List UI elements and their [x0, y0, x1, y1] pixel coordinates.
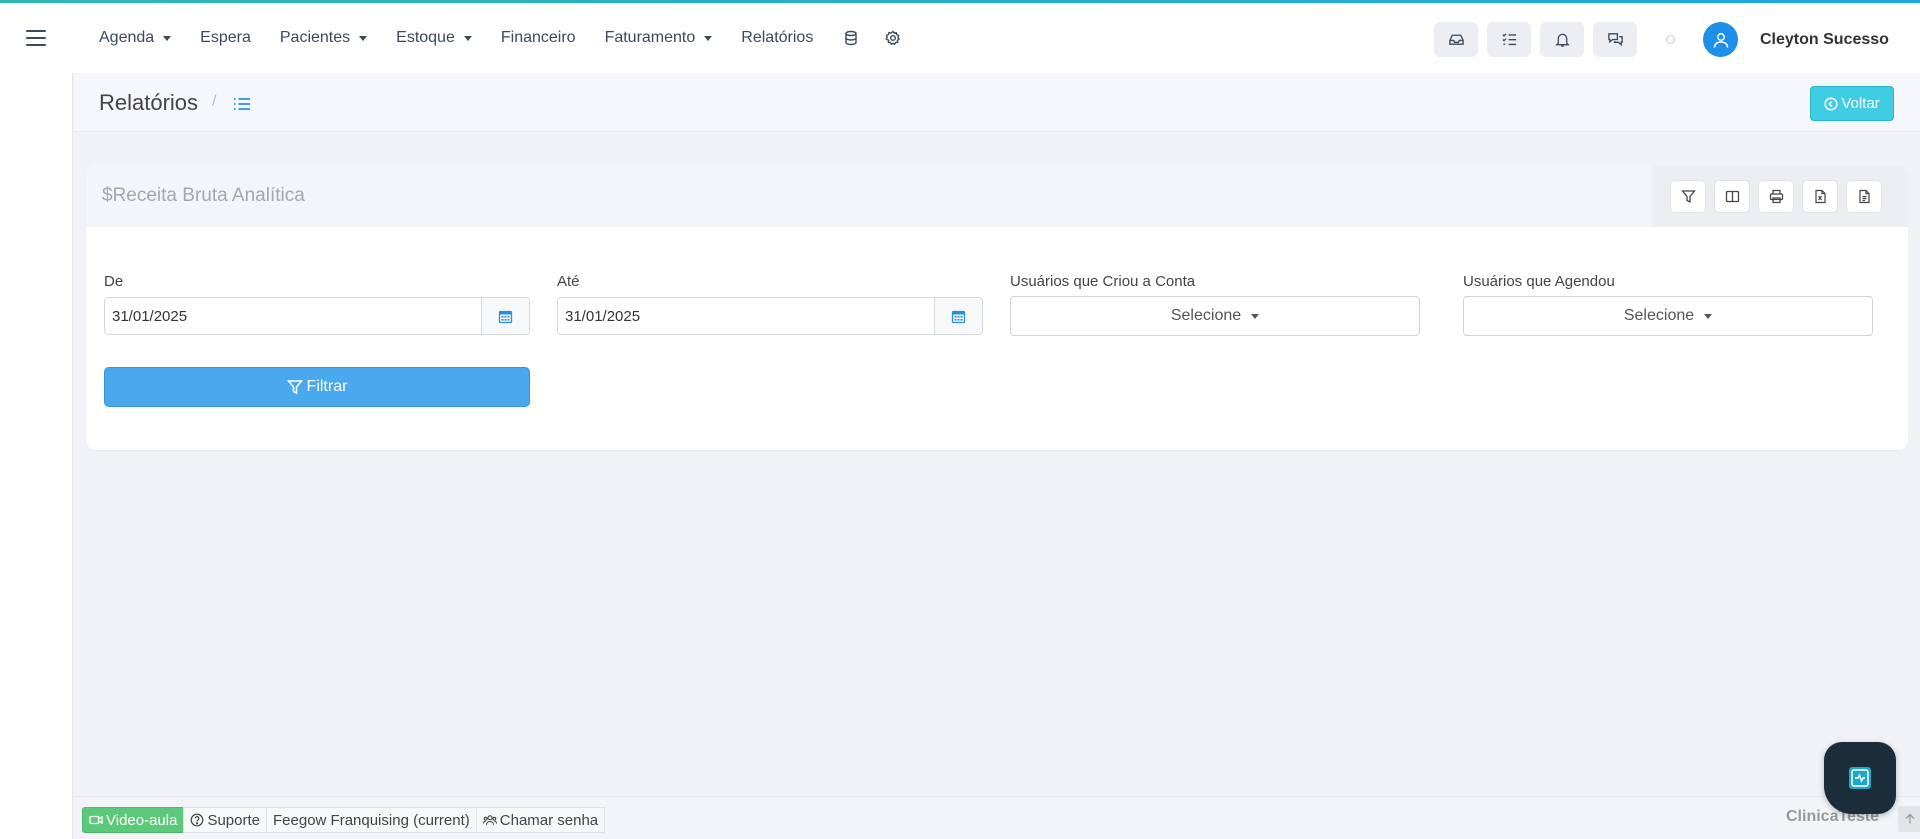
- columns-icon[interactable]: [1714, 179, 1750, 213]
- nav-estoque[interactable]: Estoque: [396, 29, 472, 47]
- created-by-select-value: Selecione: [1170, 307, 1242, 324]
- to-date-input[interactable]: [558, 298, 934, 334]
- to-date-group: [557, 297, 983, 335]
- database-icon[interactable]: [842, 29, 860, 47]
- chevron-down-icon: [1704, 313, 1713, 319]
- video-tutorial-link[interactable]: Video-aula: [82, 807, 185, 833]
- chevron-down-icon: [463, 35, 472, 41]
- arrow-up-icon: [1905, 813, 1915, 824]
- scroll-to-top-button[interactable]: [1898, 806, 1920, 832]
- list-icon[interactable]: [232, 95, 252, 113]
- chevron-down-icon: [359, 35, 368, 41]
- created-by-select[interactable]: Selecione: [1010, 296, 1420, 336]
- nav-espera[interactable]: Espera: [200, 29, 251, 47]
- nav-espera-label: Espera: [200, 29, 251, 46]
- filter-icon[interactable]: [1670, 179, 1706, 213]
- page-title: Relatórios: [99, 90, 199, 115]
- to-date-label: Até: [557, 273, 580, 290]
- nav-agenda[interactable]: Agenda: [99, 29, 172, 47]
- inbox-icon[interactable]: [1434, 22, 1478, 57]
- bell-icon[interactable]: [1540, 22, 1584, 57]
- nav-estoque-label: Estoque: [396, 29, 455, 46]
- support-label: Suporte: [207, 811, 260, 829]
- created-by-label: Usuários que Criou a Conta: [1010, 273, 1196, 290]
- back-button-label: Voltar: [1841, 95, 1880, 112]
- breadcrumb-separator: /: [212, 93, 217, 110]
- video-camera-icon: [89, 815, 103, 825]
- chat-bubbles-icon[interactable]: [1593, 22, 1637, 57]
- question-circle-icon: [191, 813, 204, 827]
- call-password-link[interactable]: Chamar senha: [475, 807, 606, 833]
- main-menu: Agenda Espera Pacientes Estoque Financei…: [99, 3, 926, 73]
- report-title: $Receita Bruta Analítica: [102, 185, 305, 206]
- circle-chevron-left-icon: [1824, 96, 1838, 111]
- nav-relatorios[interactable]: Relatórios: [741, 29, 813, 47]
- print-icon[interactable]: [1758, 179, 1794, 213]
- pdf-export-icon[interactable]: [1846, 179, 1882, 213]
- online-status-indicator: [1666, 35, 1675, 44]
- footer-bar: Video-aula Suporte Feegow Franquising (c…: [74, 796, 1920, 839]
- breadcrumb: Relatórios / Voltar: [74, 73, 1920, 132]
- nav-pacientes[interactable]: Pacientes: [279, 29, 368, 47]
- back-button[interactable]: Voltar: [1810, 86, 1894, 121]
- avatar[interactable]: [1703, 22, 1738, 57]
- gear-icon[interactable]: [884, 29, 902, 47]
- scheduled-by-select[interactable]: Selecione: [1463, 296, 1873, 336]
- menu-toggle-icon[interactable]: [26, 30, 46, 46]
- nav-faturamento[interactable]: Faturamento: [605, 29, 713, 47]
- nav-pacientes-label: Pacientes: [279, 29, 351, 46]
- calendar-icon[interactable]: [934, 298, 982, 334]
- nav-faturamento-label: Faturamento: [604, 29, 696, 46]
- franchise-link[interactable]: Feegow Franquising (current): [266, 807, 477, 833]
- scheduled-by-label: Usuários que Agendou: [1463, 273, 1615, 290]
- from-date-group: [104, 297, 530, 335]
- report-toolbar: [1652, 165, 1908, 227]
- user-name[interactable]: Cleyton Sucesso: [1760, 31, 1889, 49]
- nav-relatorios-label: Relatórios: [741, 29, 814, 46]
- chat-widget-button[interactable]: [1824, 742, 1896, 814]
- users-icon: [482, 815, 497, 825]
- filter-button[interactable]: Filtrar: [104, 367, 530, 407]
- report-panel: $Receita Bruta Analítica De Até: [86, 165, 1908, 450]
- support-link[interactable]: Suporte: [183, 807, 267, 833]
- filter-icon: [286, 380, 303, 395]
- nav-agenda-label: Agenda: [99, 29, 155, 46]
- report-panel-header: $Receita Bruta Analítica: [86, 165, 1908, 227]
- call-password-label: Chamar senha: [499, 811, 599, 829]
- top-navbar: Agenda Espera Pacientes Estoque Financei…: [0, 3, 1920, 73]
- filter-button-label: Filtrar: [306, 378, 348, 395]
- from-date-input[interactable]: [105, 298, 481, 334]
- support-chat-icon: [1849, 767, 1871, 789]
- nav-financeiro-label: Financeiro: [500, 29, 576, 46]
- calendar-icon[interactable]: [481, 298, 529, 334]
- excel-export-icon[interactable]: [1802, 179, 1838, 213]
- scheduled-by-select-value: Selecione: [1623, 307, 1695, 324]
- footer-links: Video-aula Suporte Feegow Franquising (c…: [82, 807, 606, 833]
- left-sidebar: [0, 73, 73, 839]
- task-list-icon[interactable]: [1487, 22, 1531, 57]
- nav-financeiro[interactable]: Financeiro: [501, 29, 576, 47]
- franchise-label: Feegow Franquising (current): [273, 811, 470, 829]
- chevron-down-icon: [163, 35, 172, 41]
- navbar-actions: Cleyton Sucesso: [1434, 22, 1889, 57]
- chevron-down-icon: [704, 35, 713, 41]
- video-tutorial-label: Video-aula: [106, 811, 178, 829]
- chevron-down-icon: [1251, 313, 1260, 319]
- from-date-label: De: [104, 273, 124, 290]
